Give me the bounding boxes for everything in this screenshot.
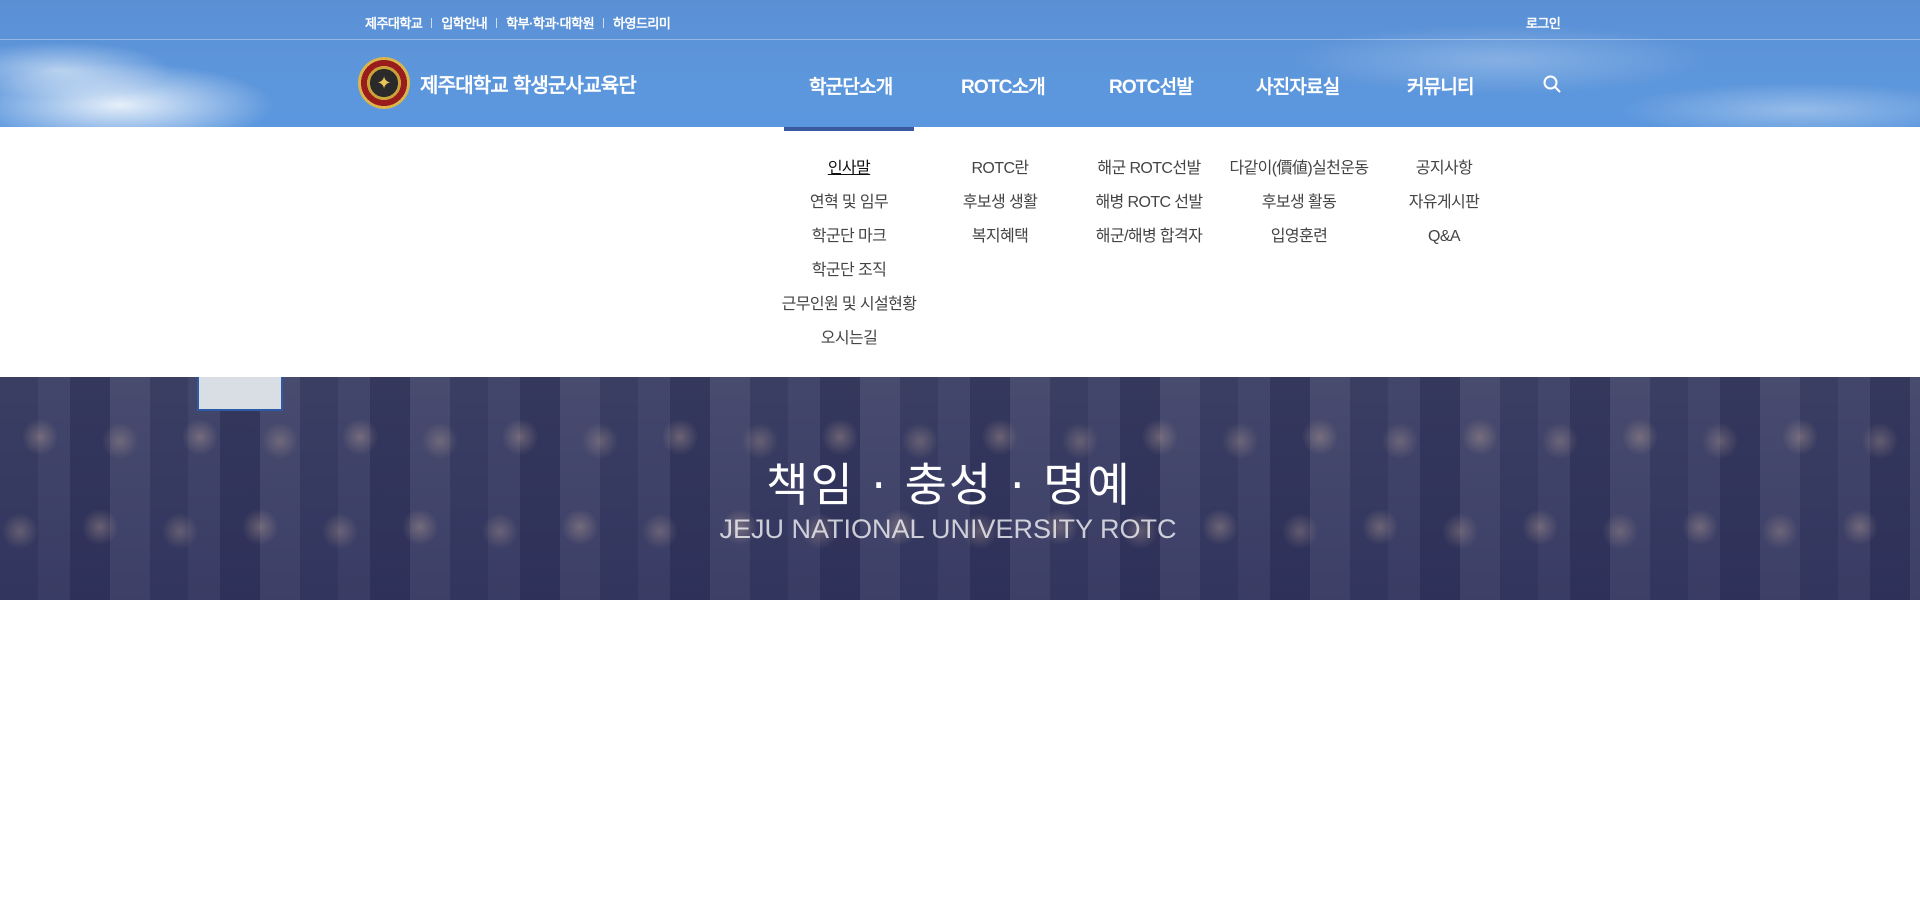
divider [496,17,498,28]
submenu-item[interactable]: 오시는길 [769,322,929,356]
nav-item-rotc-selection[interactable]: ROTC선발 [1109,72,1194,99]
logo-text: 제주대학교 학생군사교육단 [420,74,637,97]
submenu-item[interactable]: 해군/해병 합격자 [1069,220,1229,254]
active-menu-indicator [784,127,914,131]
submenu-item[interactable]: ROTC란 [920,152,1080,186]
submenu-column-community: 공지사항 자유게시판 Q&A [1364,152,1524,254]
rotc-emblem-icon [358,57,410,109]
nav-item-rotc-intro[interactable]: ROTC소개 [961,72,1046,99]
utility-links: 제주대학교 입학안내 학부·학과·대학원 하영드리미 [365,13,671,32]
submenu-item[interactable]: 해군 ROTC선발 [1069,152,1229,186]
nav-item-community[interactable]: 커뮤니티 [1407,72,1475,99]
submenu-item[interactable]: 복지혜택 [920,220,1080,254]
login-link[interactable]: 로그인 [1526,13,1561,32]
util-link-departments[interactable]: 학부·학과·대학원 [506,13,594,32]
submenu-item[interactable]: 연혁 및 임무 [769,186,929,220]
submenu-item[interactable]: 인사말 [769,152,929,186]
submenu-item[interactable]: 공지사항 [1364,152,1524,186]
site-logo[interactable]: 제주대학교 학생군사교육단 [358,57,637,109]
site-header: 제주대학교 입학안내 학부·학과·대학원 하영드리미 로그인 제주대학교 학생군… [0,0,1920,127]
submenu-item[interactable]: 해병 ROTC 선발 [1069,186,1229,220]
util-link-admission[interactable]: 입학안내 [441,13,487,32]
hero-banner: 책임 · 충성 · 명예 JEJU NATIONAL UNIVERSITY RO… [0,377,1920,600]
divider [603,17,605,28]
hero-photo-sign [197,377,283,411]
submenu-column-rotc-selection: 해군 ROTC선발 해병 ROTC 선발 해군/해병 합격자 [1069,152,1229,254]
util-link-jnu[interactable]: 제주대학교 [365,13,423,32]
submenu-item[interactable]: Q&A [1364,220,1524,254]
mega-menu-dropdown: 인사말 연혁 및 임무 학군단 마크 학군단 조직 근무인원 및 시설현황 오시… [0,127,1920,377]
submenu-column-photo-gallery: 다같이(價値)실천운동 후보생 활동 입영훈련 [1219,152,1379,254]
utility-bar: 제주대학교 입학안내 학부·학과·대학원 하영드리미 로그인 [0,0,1920,40]
submenu-item[interactable]: 후보생 생활 [920,186,1080,220]
submenu-item[interactable]: 학군단 조직 [769,254,929,288]
submenu-item[interactable]: 입영훈련 [1219,220,1379,254]
hero-title: 책임 · 충성 · 명예 [766,458,1132,512]
search-icon[interactable] [1542,74,1562,94]
nav-item-about-corps[interactable]: 학군단소개 [809,72,893,99]
submenu-column-rotc-intro: ROTC란 후보생 생활 복지혜택 [920,152,1080,254]
submenu-column-about-corps: 인사말 연혁 및 임무 학군단 마크 학군단 조직 근무인원 및 시설현황 오시… [769,152,929,356]
divider [431,17,433,28]
nav-item-photo-gallery[interactable]: 사진자료실 [1256,72,1340,99]
hero-subtitle: JEJU NATIONAL UNIVERSITY ROTC [719,514,1177,544]
submenu-item[interactable]: 자유게시판 [1364,186,1524,220]
submenu-item[interactable]: 학군단 마크 [769,220,929,254]
util-link-hayoung-dreami[interactable]: 하영드리미 [613,13,671,32]
submenu-item[interactable]: 근무인원 및 시설현황 [769,288,929,322]
submenu-item[interactable]: 후보생 활동 [1219,186,1379,220]
submenu-item[interactable]: 다같이(價値)실천운동 [1219,152,1379,186]
